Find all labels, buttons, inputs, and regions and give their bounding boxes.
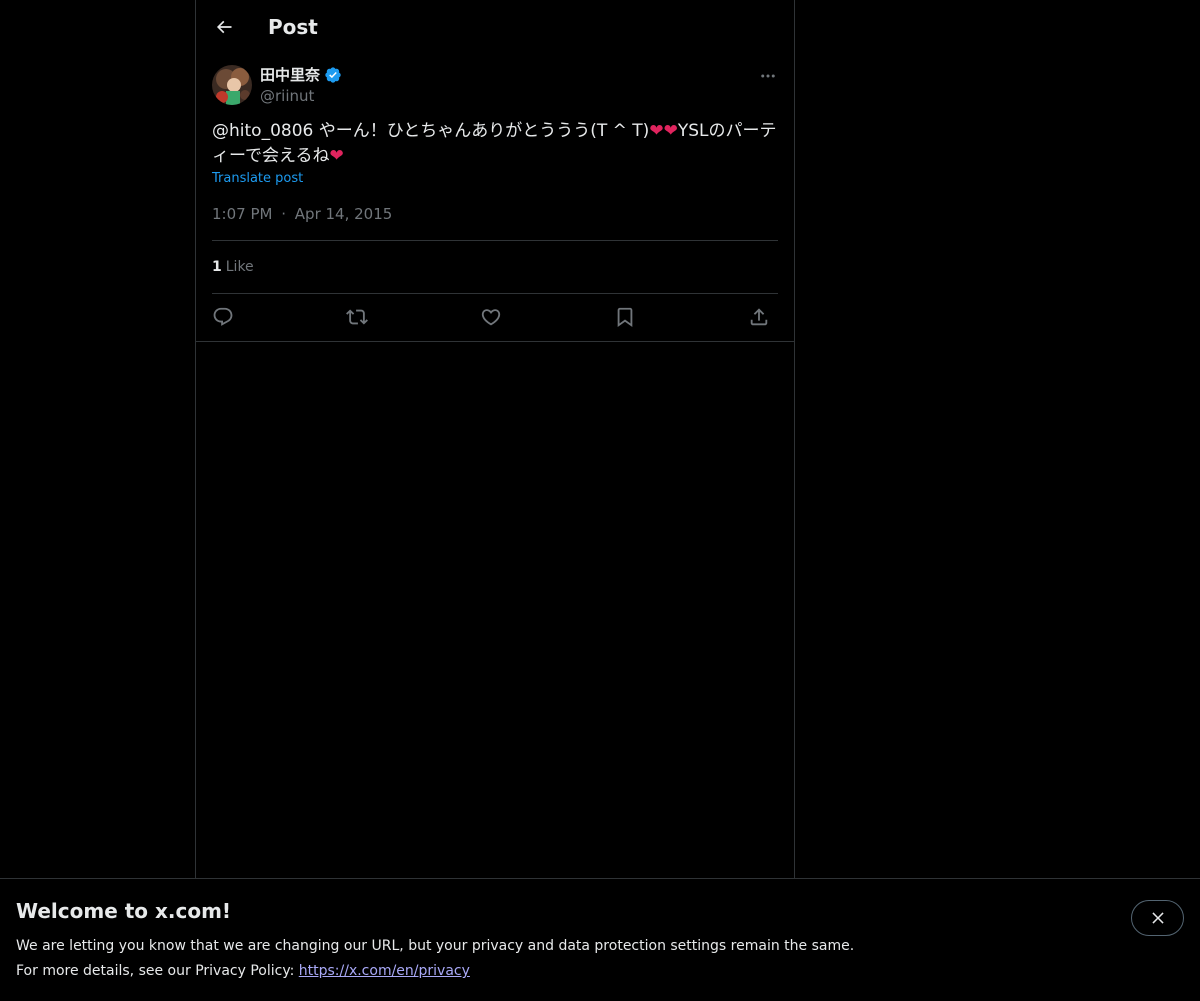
banner-policy-prefix: For more details, see our Privacy Policy… [16, 963, 299, 979]
author-display-name: 田中里奈 [260, 66, 321, 84]
heart-emoji: ❤ [649, 121, 664, 141]
banner-policy-line: For more details, see our Privacy Policy… [16, 961, 470, 981]
likes-count: 1 [212, 259, 222, 275]
bookmark-icon [617, 307, 633, 328]
post-text: @hito_0806 やーん！ひとちゃんありがとううう(T ^ T)❤❤YSLの… [212, 119, 778, 169]
divider [212, 293, 778, 294]
repost-icon [346, 309, 368, 325]
privacy-policy-link[interactable]: https://x.com/en/privacy [299, 963, 470, 979]
divider [196, 341, 794, 342]
avatar[interactable] [212, 65, 252, 105]
reply-button[interactable] [210, 304, 236, 330]
more-horizontal-icon [761, 74, 775, 78]
back-button[interactable] [208, 11, 240, 43]
likes-summary[interactable]: 1 Like [212, 257, 254, 277]
verified-badge-icon [325, 67, 341, 83]
post-text-part-1: @hito_0806 やーん！ひとちゃんありがとううう(T ^ T) [212, 121, 650, 141]
translate-post-link[interactable]: Translate post [212, 170, 303, 188]
banner-message: We are letting you know that we are chan… [16, 938, 855, 954]
heart-emoji: ❤ [329, 146, 344, 166]
heart-icon [481, 309, 501, 326]
close-icon [1151, 912, 1164, 924]
bookmark-button[interactable] [612, 304, 638, 330]
post-time: 1:07 PM [212, 205, 273, 223]
share-button[interactable] [746, 304, 772, 330]
post-date: Apr 14, 2015 [294, 205, 393, 223]
separator: · [281, 205, 287, 223]
more-options-button[interactable] [754, 62, 782, 90]
repost-button[interactable] [344, 304, 370, 330]
share-icon [750, 308, 768, 326]
url-change-banner: Welcome to x.com! We are letting you kno… [0, 878, 1200, 1001]
author-handle[interactable]: @riinut [260, 86, 314, 106]
page-header: Post [196, 0, 794, 54]
heart-emoji: ❤ [663, 121, 678, 141]
post-timestamp[interactable]: 1:07 PM · Apr 14, 2015 [212, 204, 392, 224]
like-button[interactable] [478, 304, 504, 330]
post-actions [212, 304, 778, 330]
arrow-left-icon [216, 20, 232, 34]
author-name[interactable]: 田中里奈 [260, 65, 342, 85]
divider [212, 240, 778, 241]
page-title: Post [268, 15, 318, 39]
close-banner-button[interactable] [1131, 900, 1184, 936]
reply-icon [213, 307, 233, 326]
banner-title: Welcome to x.com! [16, 899, 232, 923]
likes-label: Like [225, 259, 254, 275]
primary-column: Post 田中里奈 @riinut @hito_0806 やーん！ひとちゃんあり… [195, 0, 795, 1000]
